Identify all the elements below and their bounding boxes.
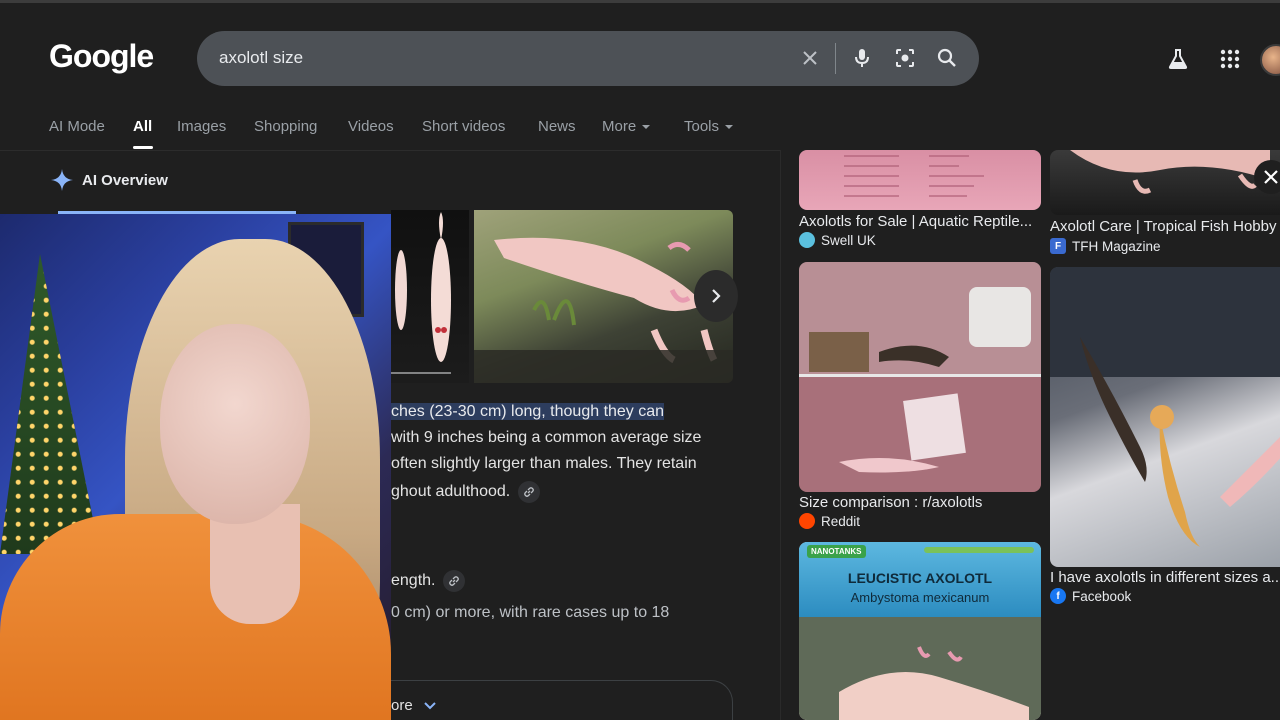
- ai-overview-line-2: with 9 inches being a common average siz…: [391, 429, 702, 446]
- ai-overview-line-4-text: ghout adulthood.: [391, 483, 511, 501]
- tfh-icon: F: [1050, 238, 1066, 254]
- chevron-down-icon: [642, 125, 651, 130]
- search-input[interactable]: axolotl size: [219, 48, 303, 68]
- image-caption-4[interactable]: I have axolotls in different sizes a...: [1050, 569, 1280, 586]
- show-more-label: ore: [391, 697, 413, 714]
- column-divider: [780, 150, 781, 720]
- chevron-down-icon: [725, 125, 734, 130]
- tab-tools-label: Tools: [684, 118, 720, 135]
- image-source-4[interactable]: f Facebook: [1050, 588, 1131, 604]
- image-source-1-label: Swell UK: [821, 232, 876, 248]
- reddit-icon: [799, 513, 815, 529]
- tab-short-videos[interactable]: Short videos: [422, 118, 505, 135]
- search-icon[interactable]: [932, 43, 962, 73]
- ai-overview-line-4: ghout adulthood.: [391, 481, 541, 503]
- tab-ai-mode[interactable]: AI Mode: [49, 118, 105, 135]
- tab-tools[interactable]: Tools: [684, 118, 734, 135]
- ai-overview-title: AI Overview: [82, 171, 168, 189]
- apps-grid-icon[interactable]: [1215, 44, 1245, 74]
- christmas-tree: [0, 254, 100, 554]
- axolotl-size-image[interactable]: [391, 210, 469, 383]
- tab-shopping[interactable]: Shopping: [254, 118, 317, 135]
- show-more-label-wrap: ore: [391, 697, 437, 714]
- tab-all[interactable]: All: [133, 118, 152, 135]
- image-source-2-label: TFH Magazine: [1072, 238, 1161, 254]
- swell-icon: [799, 232, 815, 248]
- chevron-right-icon: [712, 289, 721, 303]
- chevron-down-icon: [423, 701, 436, 709]
- window-top-edge: [0, 0, 1280, 3]
- facebook-icon: f: [1050, 588, 1066, 604]
- image-source-3[interactable]: Reddit: [799, 513, 860, 529]
- tab-more[interactable]: More: [602, 118, 651, 135]
- gemini-sparkle-icon: [51, 169, 73, 191]
- carousel-next-button[interactable]: [694, 270, 738, 322]
- ai-overview-header: AI Overview: [50, 168, 168, 192]
- ai-overview-line-1: ches (23-30 cm) long, though they can: [391, 403, 665, 421]
- image-result-facebook[interactable]: [1050, 267, 1280, 567]
- clear-search-icon[interactable]: [795, 43, 825, 73]
- image-result-tfh[interactable]: [1050, 150, 1280, 215]
- lens-camera-icon[interactable]: [890, 43, 920, 73]
- google-logo[interactable]: Google: [49, 38, 154, 75]
- microphone-icon[interactable]: [847, 43, 877, 73]
- active-tab-indicator: [133, 146, 153, 149]
- image-result-reddit[interactable]: [799, 262, 1041, 492]
- image-source-1[interactable]: Swell UK: [799, 232, 876, 248]
- tab-videos[interactable]: Videos: [348, 118, 394, 135]
- citation-link-icon[interactable]: [443, 570, 466, 592]
- image-source-4-label: Facebook: [1072, 588, 1132, 604]
- ai-overview-line-6: 0 cm) or more, with rare cases up to 18: [391, 604, 670, 621]
- image-result-swell[interactable]: [799, 150, 1041, 210]
- citation-link-icon[interactable]: [518, 481, 541, 503]
- ai-overview-line-5: ength.: [391, 570, 466, 592]
- search-divider: [835, 43, 836, 74]
- ai-overview-line-5-text: ength.: [391, 572, 436, 590]
- close-icon[interactable]: [1254, 160, 1280, 194]
- tabs-divider: [0, 150, 780, 151]
- image-caption-2[interactable]: Axolotl Care | Tropical Fish Hobby: [1050, 218, 1280, 235]
- search-box[interactable]: axolotl size: [197, 31, 979, 86]
- ai-overview-line-3: often slightly larger than males. They r…: [391, 455, 697, 472]
- image-caption-1[interactable]: Axolotls for Sale | Aquatic Reptile...: [799, 213, 1039, 230]
- account-avatar[interactable]: [1260, 44, 1280, 76]
- labs-flask-icon[interactable]: [1163, 44, 1193, 74]
- streamer-face: [160, 324, 310, 524]
- show-more-button[interactable]: ore: [391, 680, 733, 720]
- image-result-nanotanks[interactable]: NANOTANKS LEUCISTIC AXOLOTL Ambystoma me…: [799, 542, 1041, 720]
- image-source-3-label: Reddit: [821, 513, 861, 529]
- tab-news[interactable]: News: [538, 118, 576, 135]
- image-source-2[interactable]: F TFH Magazine: [1050, 238, 1161, 254]
- highlighted-answer: ches (23-30 cm) long, though they can: [391, 403, 665, 420]
- image-caption-3[interactable]: Size comparison : r/axolotls: [799, 494, 1039, 511]
- webcam-overlay: [0, 214, 391, 720]
- tab-more-label: More: [602, 118, 637, 135]
- streamer-shirt: [0, 514, 391, 720]
- tab-images[interactable]: Images: [177, 118, 226, 135]
